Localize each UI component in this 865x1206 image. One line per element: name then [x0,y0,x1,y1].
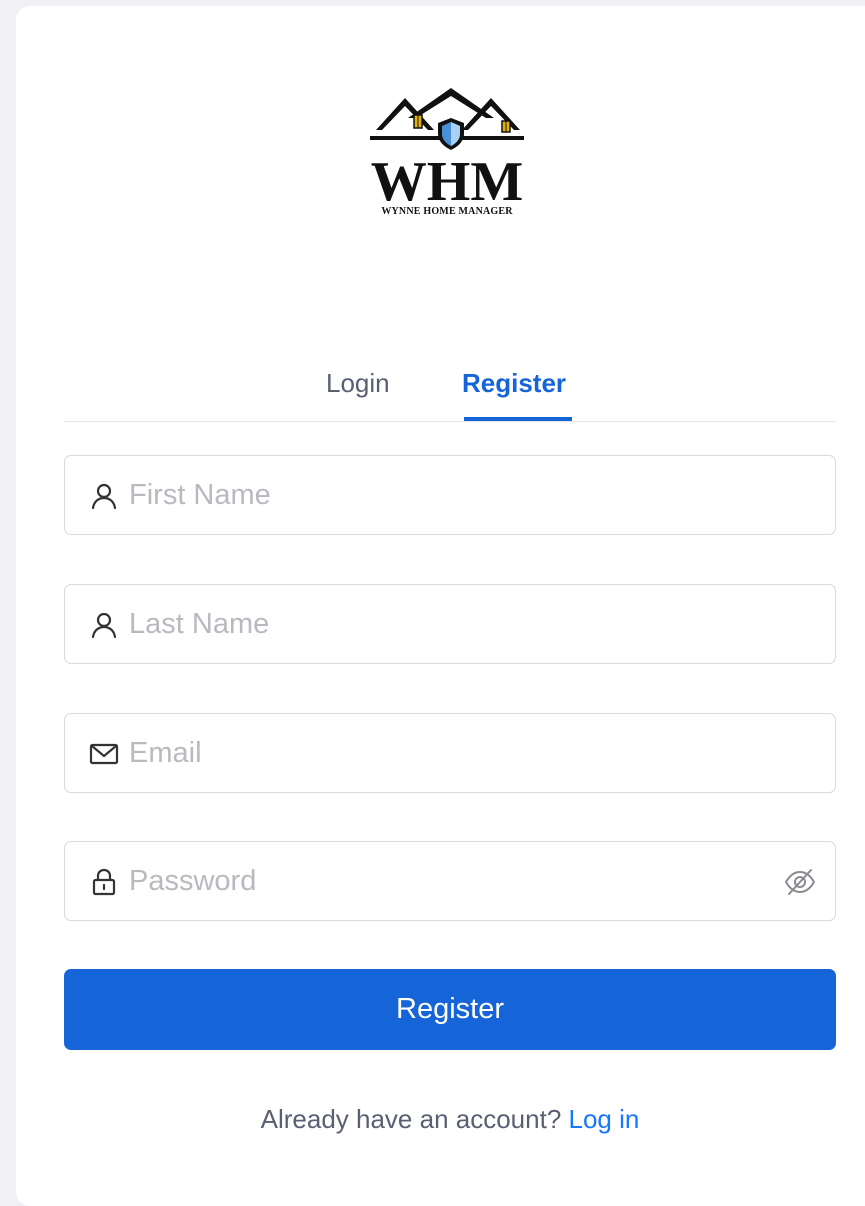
user-icon [91,483,117,510]
lock-icon [92,868,116,896]
mail-icon [89,743,119,765]
first-name-input[interactable] [129,456,779,534]
auth-tabs: Login Register [64,356,836,422]
email-field[interactable] [64,713,836,793]
eye-invisible-icon[interactable] [783,866,817,898]
login-prompt-text: Already have an account? [260,1104,562,1134]
brand-logo: WHM WYNNE HOME MANAGER [358,88,536,228]
password-field[interactable] [64,841,836,921]
house-logo-icon: WHM [370,88,524,206]
register-card: WHM WYNNE HOME MANAGER Login Register Fi… [16,6,865,1206]
last-name-field[interactable] [64,584,836,664]
password-input[interactable] [129,842,779,920]
register-button[interactable]: Register [64,969,836,1050]
last-name-input[interactable] [129,585,779,663]
first-name-field[interactable] [64,455,836,535]
email-input[interactable] [129,714,779,792]
active-tab-indicator [464,417,572,421]
login-prompt: Already have an account? Log in [64,1104,836,1135]
logo-tagline: WYNNE HOME MANAGER [381,206,513,217]
tab-register[interactable]: Register [462,366,566,400]
logo-wordmark: WHM [371,151,523,206]
login-link[interactable]: Log in [569,1104,640,1134]
tab-login[interactable]: Login [326,366,390,400]
user-icon [91,612,117,639]
